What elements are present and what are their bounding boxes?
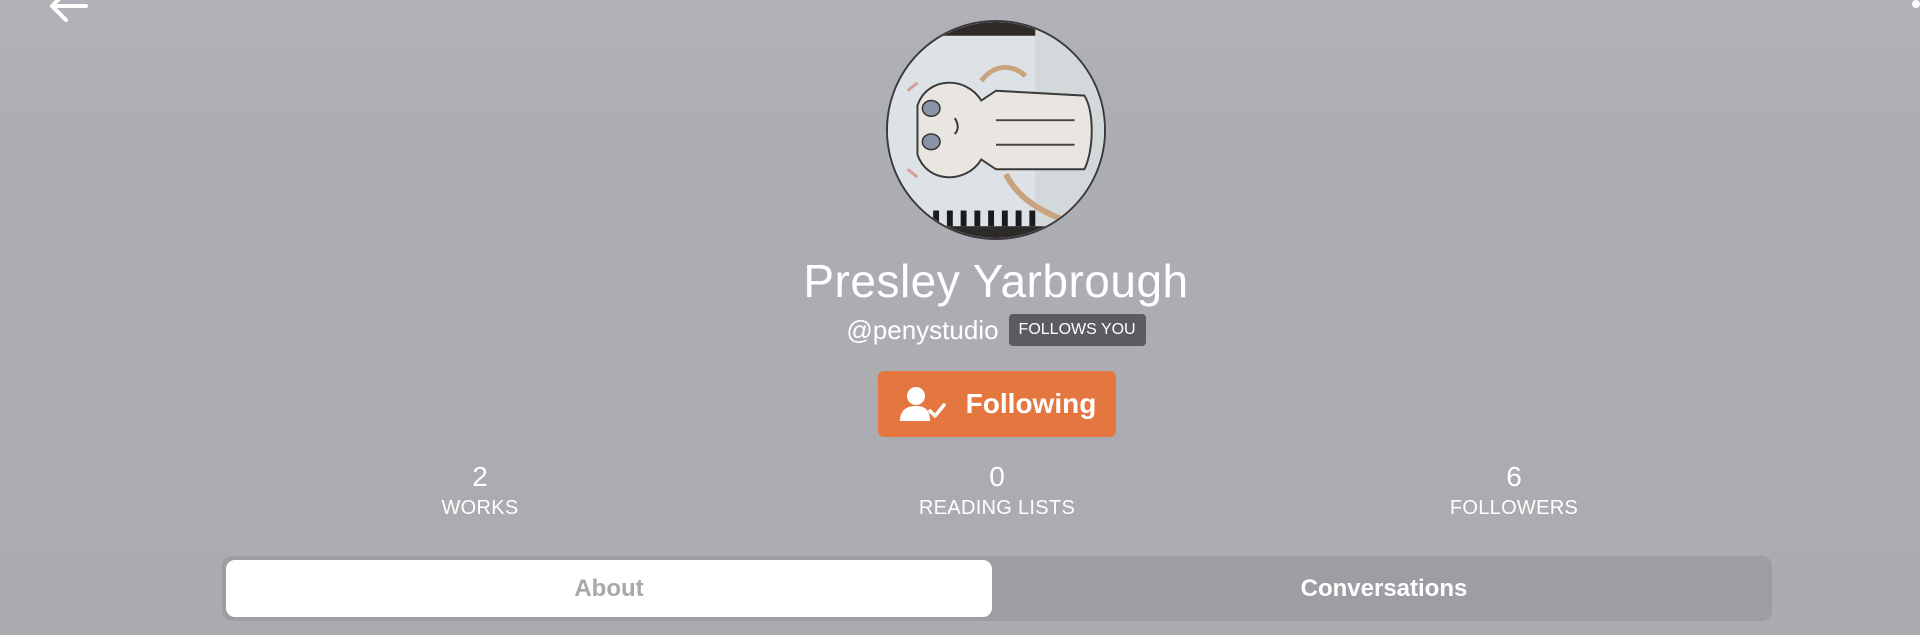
stat-works[interactable]: 2 WORKS [350, 460, 610, 522]
back-arrow-icon[interactable] [46, 0, 90, 24]
following-button[interactable]: Following [878, 371, 1116, 437]
tab-conversations[interactable]: Conversations [996, 556, 1772, 621]
stat-works-label: WORKS [441, 497, 519, 519]
tab-about[interactable]: About [226, 560, 992, 617]
stat-reading-lists[interactable]: 0 READING LISTS [867, 460, 1127, 522]
profile-tabs: About Conversations [222, 556, 1772, 621]
stat-reading-lists-value: 0 [989, 461, 1005, 492]
user-check-icon [899, 387, 946, 421]
follows-you-badge: FOLLOWS YOU [1008, 314, 1146, 346]
stat-followers[interactable]: 6 FOLLOWERS [1384, 460, 1644, 522]
more-icon[interactable] [1912, 0, 1920, 8]
avatar-image [888, 22, 1104, 238]
profile-handle: @penystudio [846, 314, 999, 345]
stat-works-value: 2 [472, 461, 488, 492]
profile-name: Presley Yarbrough [803, 255, 1189, 307]
following-button-label: Following [965, 388, 1097, 419]
stats-row: 2 WORKS 0 READING LISTS 6 FOLLOWERS [0, 460, 1920, 540]
stat-followers-label: FOLLOWERS [1449, 497, 1579, 519]
handle-row: @penystudio FOLLOWS YOU [0, 314, 1920, 346]
stat-followers-value: 6 [1506, 461, 1522, 492]
avatar [886, 20, 1106, 240]
stat-reading-lists-label: READING LISTS [918, 497, 1076, 519]
